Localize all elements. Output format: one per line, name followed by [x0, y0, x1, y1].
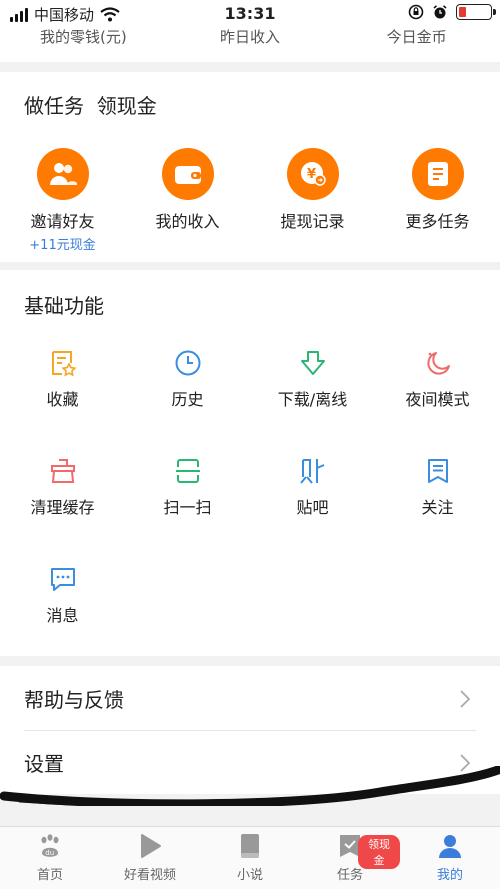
task-list-icon: [411, 148, 464, 200]
broom-icon: [48, 456, 78, 486]
task-invite-friends[interactable]: 邀请好友 +11元现金: [0, 148, 125, 253]
func-label: 下载/离线: [277, 390, 348, 409]
func-scan[interactable]: 扫一扫: [125, 456, 250, 518]
tab-haokan-video[interactable]: 好看视频: [100, 827, 200, 889]
marker-scribble: [0, 766, 500, 806]
tieba-icon: [298, 456, 328, 486]
wallet-change-label[interactable]: 我的零钱(元): [0, 24, 167, 62]
func-label: 历史: [171, 390, 204, 409]
wallet-coins-label[interactable]: 今日金币: [333, 24, 500, 62]
task-label: 更多任务: [405, 212, 470, 231]
wallet-yesterday-label[interactable]: 昨日收入: [167, 24, 334, 62]
func-label: 扫一扫: [163, 498, 212, 517]
func-follow[interactable]: 关注: [375, 456, 500, 518]
func-favorites[interactable]: 收藏: [0, 348, 125, 410]
wallet-summary: 我的零钱(元) 昨日收入 今日金币: [0, 24, 500, 62]
tab-label: 我的: [436, 868, 463, 883]
menu-label: 帮助与反馈: [24, 687, 124, 712]
task-more-tasks[interactable]: 更多任务: [375, 148, 500, 232]
basic-functions-card: 基础功能 收藏 历史 下载/离线 夜间模式 清理缓存 扫一扫 贴吧 关注 消息: [0, 270, 500, 656]
play-icon: [137, 833, 163, 859]
favorites-icon: [48, 348, 78, 378]
task-card: 做任务 领现金 邀请好友 +11元现金 我的收入 ¥ 提现记录 更多任务: [0, 72, 500, 262]
rotation-lock-icon: [408, 4, 424, 20]
svg-text:du: du: [45, 849, 54, 857]
tab-novel[interactable]: 小说: [200, 827, 300, 889]
tab-home[interactable]: du 首页: [0, 827, 100, 889]
tab-label: 首页: [36, 868, 63, 883]
task-withdraw-record[interactable]: ¥ 提现记录: [250, 148, 375, 232]
task-my-income[interactable]: 我的收入: [125, 148, 250, 232]
tab-mine[interactable]: 我的: [400, 827, 500, 889]
func-messages[interactable]: 消息: [0, 564, 125, 626]
battery-icon: [456, 4, 496, 20]
task-section-title: 做任务 领现金: [24, 94, 157, 118]
func-tieba[interactable]: 贴吧: [250, 456, 375, 518]
tab-label: 小说: [236, 868, 263, 883]
status-right: [408, 4, 496, 20]
func-label: 消息: [46, 606, 79, 625]
invite-friends-icon: [36, 148, 89, 200]
tab-tasks[interactable]: 领现金 任务: [300, 827, 400, 889]
func-clear-cache[interactable]: 清理缓存: [0, 456, 125, 518]
basic-section-title: 基础功能: [24, 294, 104, 318]
func-label: 清理缓存: [30, 498, 95, 517]
func-label: 贴吧: [296, 498, 329, 517]
book-icon: [237, 833, 263, 859]
func-label: 关注: [421, 498, 454, 517]
paw-icon: du: [37, 833, 63, 859]
wallet-icon: [161, 148, 214, 200]
moon-icon: [423, 348, 453, 378]
task-sub: +11元现金: [29, 238, 96, 253]
task-label: 我的收入: [155, 212, 220, 231]
func-label: 夜间模式: [405, 390, 470, 409]
func-history[interactable]: 历史: [125, 348, 250, 410]
bookmark-list-icon: [423, 456, 453, 486]
func-night-mode[interactable]: 夜间模式: [375, 348, 500, 410]
task-label: 提现记录: [280, 212, 345, 231]
yuan-coin-icon: ¥: [286, 148, 339, 200]
alarm-icon: [433, 5, 447, 19]
menu-help-feedback[interactable]: 帮助与反馈: [0, 666, 500, 730]
tab-label: 好看视频: [123, 868, 176, 883]
user-icon: [437, 833, 463, 859]
scan-icon: [173, 456, 203, 486]
download-icon: [298, 348, 328, 378]
func-download-offline[interactable]: 下载/离线: [250, 348, 375, 410]
bottom-tab-bar: du 首页 好看视频 小说 领现金 任务 我的: [0, 826, 500, 889]
message-icon: [48, 564, 78, 594]
func-label: 收藏: [46, 390, 79, 409]
chevron-right-icon: [460, 690, 470, 708]
task-label: 邀请好友: [30, 212, 95, 231]
clock-icon: [173, 348, 203, 378]
tab-badge: 领现金: [358, 835, 400, 869]
